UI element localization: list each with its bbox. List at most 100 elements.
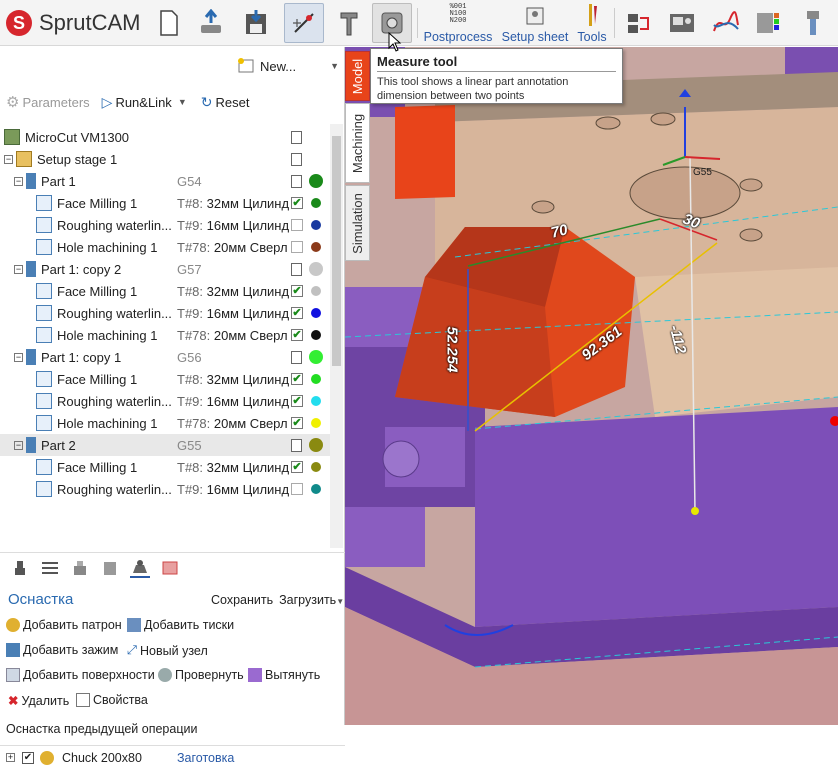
tool-holder-button[interactable]	[795, 3, 831, 43]
tab-machining[interactable]: Machining	[345, 103, 370, 183]
tab-simulation[interactable]: Simulation	[345, 185, 370, 261]
part-row[interactable]: − Part 1: copy 2 G57	[0, 258, 330, 280]
color-indicator[interactable]	[311, 418, 321, 428]
tree-scrollbar[interactable]	[330, 124, 343, 548]
reset-button[interactable]: ↻ Reset	[201, 94, 250, 111]
collapse-icon[interactable]: −	[14, 176, 23, 186]
color-indicator[interactable]	[311, 330, 321, 340]
save-button[interactable]	[238, 3, 274, 43]
runlink-button[interactable]: ▷ Run&Link ▼	[102, 94, 187, 111]
operation-row[interactable]: Face Milling 1 T#8: 32мм Цилинд ✔	[0, 456, 330, 478]
tab-restricted[interactable]	[160, 558, 180, 578]
expand-icon[interactable]: +	[6, 753, 15, 762]
import-button[interactable]	[193, 3, 229, 43]
tab-list[interactable]	[40, 558, 60, 578]
color-indicator[interactable]	[311, 396, 321, 406]
tab-fixture[interactable]	[130, 558, 150, 578]
operation-row[interactable]: Roughing waterlin... T#9: 16мм Цилинд ✔	[0, 302, 330, 324]
calculated-checkbox[interactable]: ✔	[291, 461, 303, 473]
color-indicator[interactable]	[311, 308, 321, 318]
tools-button[interactable]: Tools	[574, 2, 610, 44]
document-icon[interactable]	[291, 262, 302, 276]
part-row[interactable]: − Part 1: copy 1 G56	[0, 346, 330, 368]
document-icon[interactable]	[291, 152, 302, 166]
calculated-checkbox[interactable]: ✔	[291, 329, 303, 341]
part-row[interactable]: − Part 1 G54	[0, 170, 330, 192]
operation-row[interactable]: Face Milling 1 T#8: 32мм Цилинд ✔	[0, 280, 330, 302]
machine-panel-button[interactable]	[664, 3, 700, 43]
scrollbar-thumb[interactable]	[332, 136, 341, 366]
document-icon[interactable]	[291, 130, 302, 144]
document-icon[interactable]	[291, 438, 302, 452]
tab-model[interactable]: Model	[345, 51, 370, 101]
machine-link-button[interactable]	[621, 3, 657, 43]
calculated-checkbox[interactable]: ✔	[291, 285, 303, 297]
color-indicator[interactable]	[311, 462, 321, 472]
fixture-row-chuck[interactable]: + ✔ Chuck 200x80 Заготовка	[0, 745, 345, 769]
calculated-checkbox[interactable]: ✔	[291, 395, 303, 407]
calculated-checkbox[interactable]	[291, 483, 303, 495]
snap-button[interactable]	[284, 3, 324, 43]
color-scheme-button[interactable]	[750, 3, 786, 43]
add-vise-button[interactable]: Добавить тиски	[127, 618, 234, 632]
add-surfaces-button[interactable]: Добавить поверхности	[6, 668, 155, 682]
new-document-button[interactable]	[151, 3, 187, 43]
fixtures-save-button[interactable]: Сохранить	[211, 593, 273, 607]
part-row[interactable]: − Part 2 G55	[0, 434, 330, 456]
collapse-icon[interactable]: −	[14, 352, 23, 362]
operation-row[interactable]: Roughing waterlin... T#9: 16мм Цилинд	[0, 478, 330, 500]
delete-button[interactable]: ✖ Удалить	[8, 693, 69, 709]
add-chuck-button[interactable]: Добавить патрон	[6, 618, 122, 632]
machine-row[interactable]: MicroCut VM1300	[0, 126, 330, 148]
color-indicator[interactable]	[309, 438, 323, 452]
tree-item-label: Roughing waterlin...	[57, 393, 172, 409]
calculated-checkbox[interactable]: ✔	[291, 373, 303, 385]
collapse-icon[interactable]: −	[14, 440, 23, 450]
color-indicator[interactable]	[309, 174, 323, 188]
color-indicator[interactable]	[311, 220, 321, 230]
color-indicator[interactable]	[311, 198, 321, 208]
operation-row[interactable]: Roughing waterlin... T#9: 16мм Цилинд ✔	[0, 390, 330, 412]
calculated-checkbox[interactable]: ✔	[291, 197, 303, 209]
operation-row[interactable]: Face Milling 1 T#8: 32мм Цилинд ✔	[0, 192, 330, 214]
fixture-checkbox[interactable]: ✔	[22, 751, 34, 764]
new-node-button[interactable]: ⤢ Новый узел	[127, 643, 208, 658]
setup-sheet-button[interactable]: Setup sheet	[500, 2, 570, 44]
color-indicator[interactable]	[309, 262, 323, 276]
calculated-checkbox[interactable]: ✔	[291, 307, 303, 319]
color-indicator[interactable]	[309, 350, 323, 364]
collapse-icon[interactable]: −	[4, 154, 13, 164]
operation-row[interactable]: Hole machining 1 T#78: 20мм Сверл	[0, 236, 330, 258]
fixtures-load-button[interactable]: Загрузить▼	[279, 593, 344, 607]
extrude-button[interactable]: Вытянуть	[248, 668, 320, 682]
tab-part[interactable]	[100, 558, 120, 578]
operation-row[interactable]: Roughing waterlin... T#9: 16мм Цилинд	[0, 214, 330, 236]
calculated-checkbox[interactable]	[291, 241, 303, 253]
collapse-icon[interactable]: −	[14, 264, 23, 274]
tab-tool[interactable]	[10, 558, 30, 578]
tab-stock[interactable]	[70, 558, 90, 578]
caliper-button[interactable]	[331, 3, 367, 43]
tree-item-label: Roughing waterlin...	[57, 481, 172, 497]
parameters-button[interactable]: ⚙ Parameters	[6, 93, 90, 111]
document-icon[interactable]	[291, 350, 302, 364]
calculated-checkbox[interactable]: ✔	[291, 417, 303, 429]
color-indicator[interactable]	[311, 374, 321, 384]
calculated-checkbox[interactable]	[291, 219, 303, 231]
rotate-button[interactable]: Провернуть	[158, 668, 244, 682]
operation-row[interactable]: Hole machining 1 T#78: 20мм Сверл ✔	[0, 412, 330, 434]
properties-button[interactable]: Свойства	[76, 693, 148, 707]
operation-row[interactable]: Face Milling 1 T#8: 32мм Цилинд ✔	[0, 368, 330, 390]
3d-viewport[interactable]: 70 30 52.254 92.361 -112 G55	[345, 47, 838, 725]
postprocess-button[interactable]: %001 N100 N200 Postprocess	[423, 2, 493, 45]
document-icon[interactable]	[291, 174, 302, 188]
add-clamp-button[interactable]: Добавить зажим	[6, 643, 118, 657]
new-dropdown[interactable]: New... ▼	[236, 57, 339, 75]
color-indicator[interactable]	[311, 286, 321, 296]
setup-stage-row[interactable]: − Setup stage 1	[0, 148, 330, 170]
color-indicator[interactable]	[311, 242, 321, 252]
color-indicator[interactable]	[311, 484, 321, 494]
fixture-reference[interactable]: Заготовка	[177, 751, 234, 765]
operation-row[interactable]: Hole machining 1 T#78: 20мм Сверл ✔	[0, 324, 330, 346]
graph-button[interactable]	[708, 3, 744, 43]
